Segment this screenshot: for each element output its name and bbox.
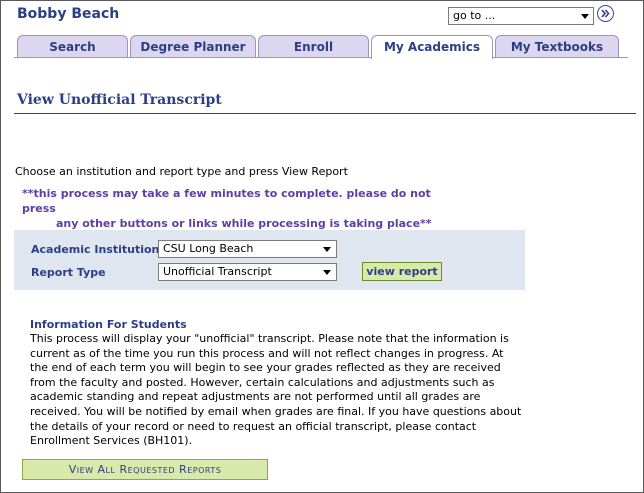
tab-search[interactable]: Search (17, 35, 128, 58)
goto-select[interactable]: go to ... (448, 7, 594, 25)
report-type-label: Report Type (31, 266, 106, 279)
institution-select-value: CSU Long Beach (163, 242, 254, 255)
user-name: Bobby Beach (17, 6, 120, 22)
info-body: This process will display your "unoffici… (30, 332, 522, 448)
double-chevron-right-icon (601, 9, 610, 18)
chevron-down-icon (323, 247, 331, 252)
goto-select-value: go to ... (453, 9, 496, 22)
report-type-select-value: Unofficial Transcript (163, 265, 272, 278)
view-all-requested-reports-button[interactable]: View All Requested Reports (22, 459, 268, 480)
tab-my-textbooks[interactable]: My Textbooks (495, 35, 619, 58)
tab-degree-planner[interactable]: Degree Planner (130, 35, 256, 58)
processing-warning: **this process may take a few minutes to… (22, 186, 442, 231)
chevron-down-icon (323, 270, 331, 275)
view-report-button[interactable]: view report (362, 262, 442, 281)
info-heading: Information For Students (30, 318, 187, 331)
tab-my-academics[interactable]: My Academics (371, 35, 493, 59)
tab-divider (14, 57, 628, 58)
title-divider (14, 113, 636, 114)
tab-enroll[interactable]: Enroll (258, 35, 369, 58)
report-form-panel (14, 230, 525, 290)
report-type-select[interactable]: Unofficial Transcript (158, 263, 337, 281)
warning-line-2: any other buttons or links while process… (56, 217, 432, 230)
institution-select[interactable]: CSU Long Beach (158, 240, 337, 258)
warning-line-1: **this process may take a few minutes to… (22, 187, 431, 215)
page-title: View Unofficial Transcript (17, 92, 222, 108)
goto-button[interactable] (597, 5, 614, 22)
institution-label: Academic Institution (31, 243, 160, 256)
instructions-text: Choose an institution and report type an… (15, 165, 348, 178)
chevron-down-icon (581, 14, 589, 19)
